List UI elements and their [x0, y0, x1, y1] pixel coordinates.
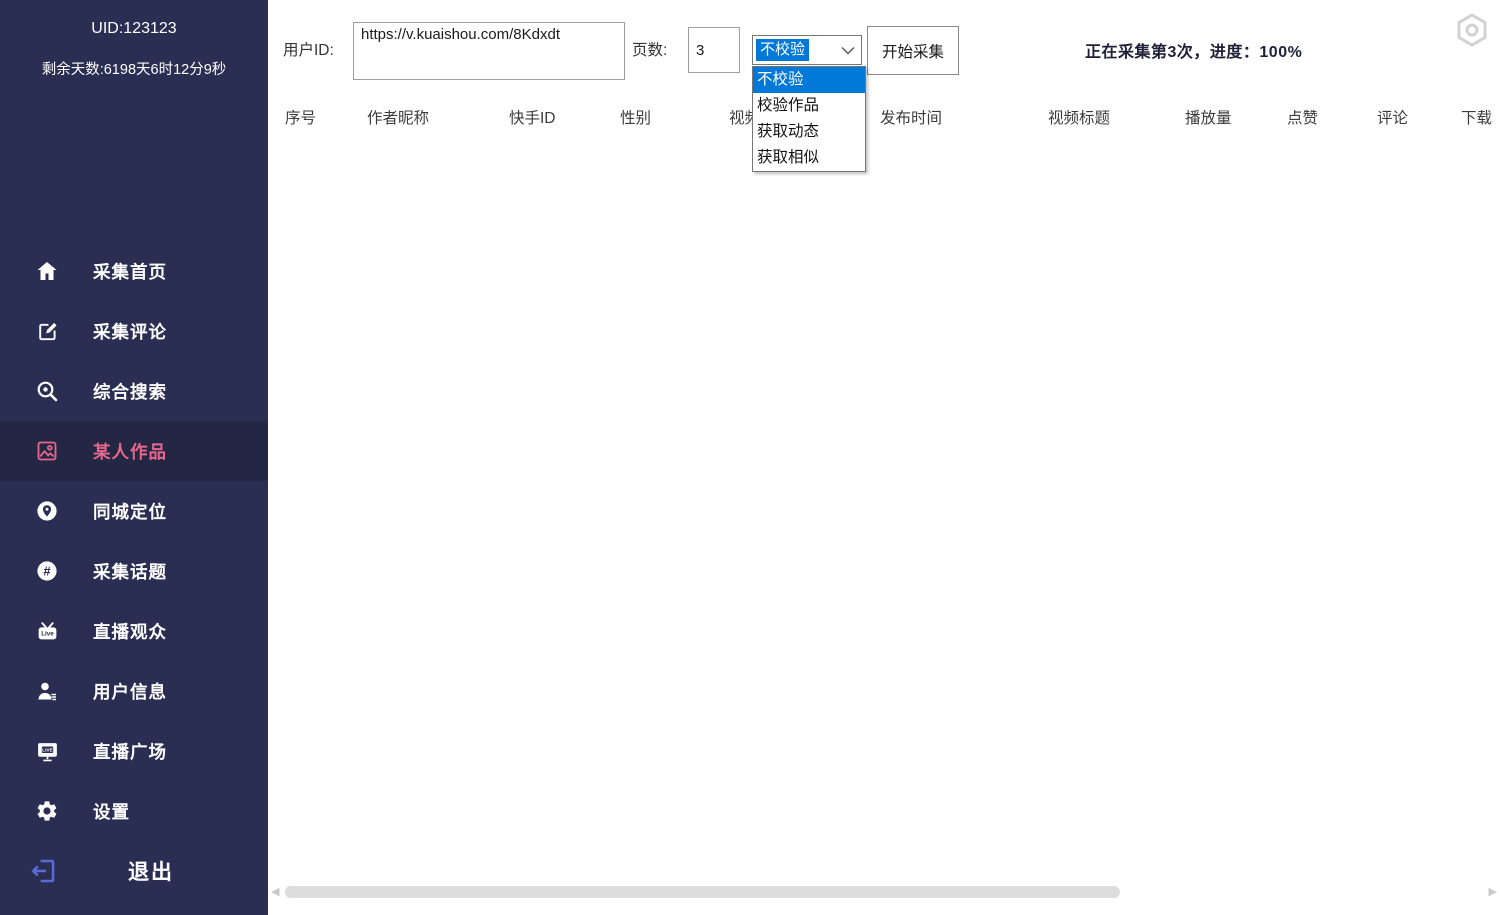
image-icon — [34, 438, 60, 464]
sidebar-item-collect-home[interactable]: 采集首页 — [0, 241, 268, 301]
pages-input[interactable] — [688, 27, 740, 73]
logout-icon — [28, 855, 60, 887]
sidebar: UID:123123 剩余天数:6198天6时12分9秒 采集首页 采集评论 — [0, 0, 268, 915]
sidebar-item-label: 采集首页 — [93, 259, 167, 284]
search-icon — [34, 378, 60, 404]
scroll-right-icon[interactable]: ▶ — [1489, 885, 1497, 899]
logout-button[interactable]: 退出 — [0, 841, 268, 901]
sidebar-item-live-audience[interactable]: Live 直播观众 — [0, 601, 268, 661]
sidebar-item-city-locate[interactable]: 同城定位 — [0, 481, 268, 541]
column-header-publish-time: 发布时间 — [880, 106, 942, 128]
sidebar-item-live-square[interactable]: LIVE 直播广场 — [0, 721, 268, 781]
sidebar-item-label: 用户信息 — [93, 679, 167, 704]
logout-label: 退出 — [128, 856, 174, 886]
pages-label: 页数: — [632, 38, 667, 60]
remaining-days-text: 剩余天数:6198天6时12分9秒 — [0, 58, 268, 79]
sidebar-item-label: 综合搜索 — [93, 379, 167, 404]
mode-select[interactable]: 不校验 — [752, 35, 862, 65]
user-id-label: 用户ID: — [283, 38, 334, 60]
sidebar-item-combined-search[interactable]: 综合搜索 — [0, 361, 268, 421]
scroll-left-icon[interactable]: ◀ — [271, 885, 279, 899]
column-header-kuaishou-id: 快手ID — [509, 106, 556, 128]
column-header-likes: 点赞 — [1287, 106, 1318, 128]
hashtag-icon: # — [34, 558, 60, 584]
sidebar-item-label: 直播观众 — [93, 619, 167, 644]
horizontal-scrollbar[interactable]: ◀ ▶ — [268, 884, 1500, 901]
uid-text: UID:123123 — [0, 20, 268, 38]
sidebar-item-user-works[interactable]: 某人作品 — [0, 421, 268, 481]
dropdown-option[interactable]: 不校验 — [753, 67, 865, 93]
start-collect-button[interactable]: 开始采集 — [867, 26, 959, 75]
sidebar-item-collect-topics[interactable]: # 采集话题 — [0, 541, 268, 601]
column-header-index: 序号 — [285, 106, 316, 128]
sidebar-item-label: 直播广场 — [93, 739, 167, 764]
svg-text:#: # — [43, 564, 51, 579]
home-icon — [34, 258, 60, 284]
column-header-gender: 性别 — [620, 106, 651, 128]
column-header-video-title: 视频标题 — [1048, 106, 1110, 128]
user-id-input[interactable]: https://v.kuaishou.com/8Kdxdt — [353, 22, 625, 80]
scrollbar-thumb[interactable] — [285, 886, 1120, 898]
column-header-download: 下载 — [1461, 106, 1492, 128]
user-icon — [34, 678, 60, 704]
gear-icon — [34, 798, 60, 824]
sidebar-item-settings[interactable]: 设置 — [0, 781, 268, 841]
collect-status-text: 正在采集第3次，进度：100% — [1085, 38, 1302, 62]
sidebar-item-user-info[interactable]: 用户信息 — [0, 661, 268, 721]
column-header-comments: 评论 — [1377, 106, 1408, 128]
location-pin-icon — [34, 498, 60, 524]
sidebar-item-label: 设置 — [93, 799, 130, 824]
sidebar-item-label: 采集评论 — [93, 319, 167, 344]
sidebar-menu: 采集首页 采集评论 — [0, 241, 268, 841]
live-monitor-icon: LIVE — [34, 738, 60, 764]
live-tv-icon: Live — [34, 618, 60, 644]
mode-dropdown-list: 不校验 校验作品 获取动态 获取相似 — [752, 66, 866, 172]
dropdown-option[interactable]: 校验作品 — [753, 93, 865, 119]
column-header-author: 作者昵称 — [367, 106, 429, 128]
column-header-plays: 播放量 — [1185, 106, 1232, 128]
dropdown-option[interactable]: 获取动态 — [753, 119, 865, 145]
sidebar-item-label: 同城定位 — [93, 499, 167, 524]
mode-selected-value: 不校验 — [756, 39, 809, 61]
settings-hexagon-icon[interactable] — [1454, 12, 1490, 50]
sidebar-item-label: 某人作品 — [93, 439, 167, 464]
svg-text:Live: Live — [41, 630, 54, 637]
app-window: UID:123123 剩余天数:6198天6时12分9秒 采集首页 采集评论 — [0, 0, 1500, 915]
svg-text:LIVE: LIVE — [42, 747, 53, 753]
sidebar-item-label: 采集话题 — [93, 559, 167, 584]
chevron-down-icon — [841, 46, 855, 55]
edit-icon — [34, 318, 60, 344]
sidebar-item-collect-comments[interactable]: 采集评论 — [0, 301, 268, 361]
dropdown-option[interactable]: 获取相似 — [753, 145, 865, 171]
